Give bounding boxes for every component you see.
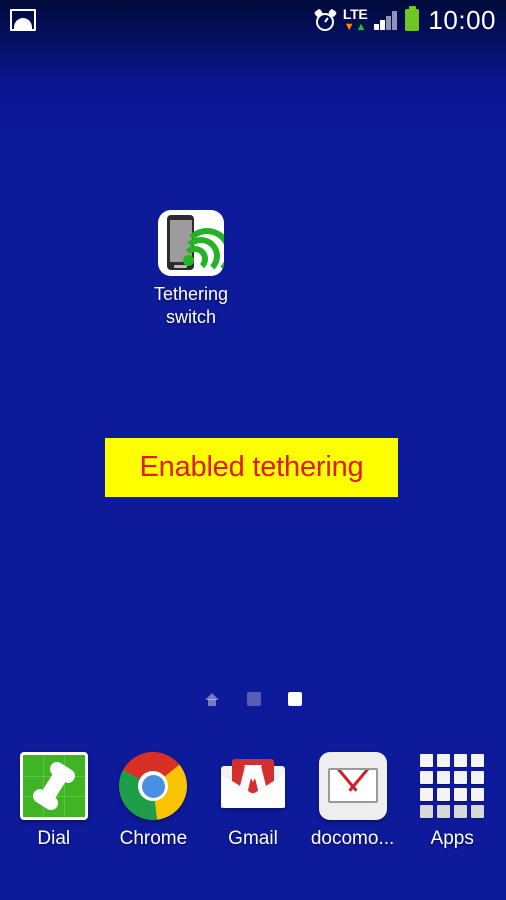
home-page-indicator[interactable] — [204, 692, 220, 706]
tethering-wifi-icon — [158, 210, 224, 276]
dock-bar: Dial Chrome Gmail docomo... Apps — [0, 752, 506, 850]
apps-grid-cell — [437, 771, 451, 784]
docomo-envelope-flap — [330, 770, 376, 794]
dock-item-dial[interactable]: Dial — [8, 752, 100, 850]
data-down-arrow-icon: ▼ — [343, 21, 355, 33]
page-indicator-2[interactable] — [246, 692, 261, 706]
wifi-origin-dot — [183, 255, 194, 266]
phone-dialer-icon — [19, 752, 88, 820]
signal-bar-4 — [392, 11, 397, 30]
signal-bar-3 — [386, 16, 391, 30]
apps-grid-cell — [420, 805, 434, 818]
android-home-screen: LTE ▼ ▲ 10:00 Tethering switch Enabled t… — [0, 0, 506, 900]
dial-grid-line — [43, 755, 45, 817]
docomo-envelope-shape — [327, 768, 378, 803]
dock-item-apps[interactable]: Apps — [406, 752, 498, 850]
dial-grid-line — [22, 775, 85, 777]
alarm-clock-icon — [313, 7, 338, 31]
page-indicator-3[interactable] — [287, 692, 302, 706]
gallery-image-icon — [10, 9, 36, 31]
apps-grid-icon — [418, 752, 486, 820]
apps-grid-cell — [471, 754, 485, 767]
apps-grid-cell — [454, 754, 468, 767]
lte-data-arrows: ▼ ▲ — [344, 22, 367, 33]
home-app-tethering-switch[interactable]: Tethering switch — [127, 210, 255, 329]
dock-item-docomo-mail[interactable]: docomo... — [307, 752, 399, 850]
apps-grid-cell — [420, 771, 434, 784]
toast-banner: Enabled tethering — [105, 438, 398, 497]
status-bar[interactable]: LTE ▼ ▲ 10:00 — [0, 0, 506, 40]
status-bar-right: LTE ▼ ▲ 10:00 — [313, 4, 496, 36]
dock-label-gmail: Gmail — [228, 828, 278, 849]
chrome-browser-icon — [119, 752, 188, 820]
toast-message: Enabled tethering — [139, 451, 364, 483]
lte-label: LTE — [342, 6, 368, 22]
gmail-envelope-icon — [219, 752, 287, 820]
dock-item-gmail[interactable]: Gmail — [207, 752, 299, 850]
docomo-mail-envelope-icon — [318, 752, 387, 820]
signal-bar-1 — [374, 24, 379, 30]
apps-grid-cell — [437, 788, 451, 801]
apps-grid-cell — [471, 805, 485, 818]
lte-network-indicator: LTE ▼ ▲ — [343, 7, 368, 33]
battery-icon — [405, 6, 420, 31]
signal-bar-2 — [380, 20, 385, 30]
apps-grid-cell — [420, 754, 434, 767]
dock-item-chrome[interactable]: Chrome — [107, 752, 199, 850]
home-app-label: Tethering switch — [153, 284, 229, 327]
dock-label-dial: Dial — [37, 828, 71, 849]
data-up-arrow-icon: ▲ — [355, 21, 367, 33]
apps-grid-cell — [471, 771, 485, 784]
apps-grid-cell — [471, 788, 485, 801]
dock-label-apps: Apps — [430, 828, 474, 849]
page-indicator[interactable] — [0, 692, 506, 706]
dial-grid-line — [22, 796, 85, 798]
apps-grid-cell — [437, 754, 451, 767]
status-bar-left — [10, 9, 36, 31]
dock-label-docomo: docomo... — [310, 828, 395, 849]
status-bar-clock: 10:00 — [428, 4, 496, 35]
apps-grid-cell — [454, 805, 468, 818]
apps-grid-cell — [420, 788, 434, 801]
phone-handset-shape — [36, 764, 72, 808]
apps-grid-cell — [454, 788, 468, 801]
apps-grid-cell — [437, 805, 451, 818]
apps-grid-cell — [454, 771, 468, 784]
signal-bars-icon — [374, 10, 398, 30]
gmail-m-notch — [243, 765, 262, 782]
dock-label-chrome: Chrome — [119, 828, 188, 849]
dial-grid-line — [64, 755, 66, 817]
